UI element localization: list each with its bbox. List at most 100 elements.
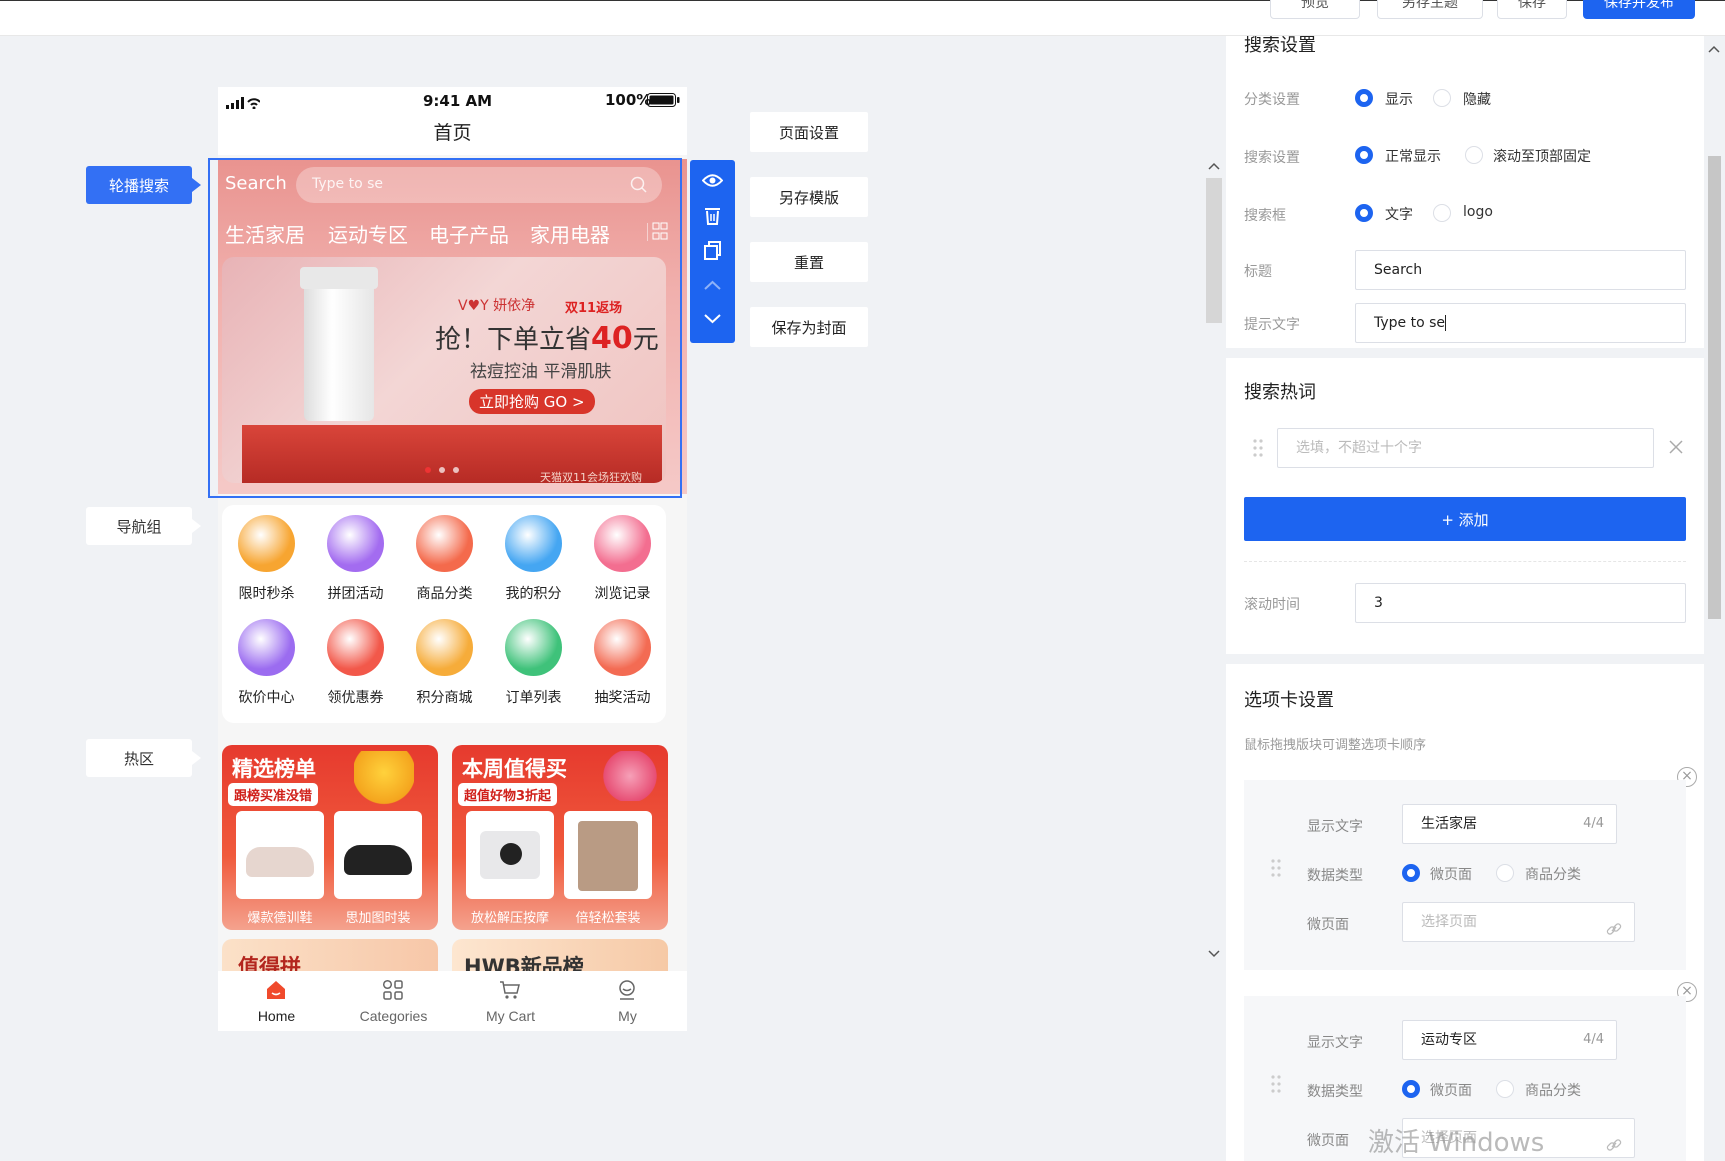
form-label: 数据类型 <box>1307 868 1363 884</box>
eye-icon[interactable] <box>701 170 724 191</box>
reset-button[interactable]: 重置 <box>750 242 868 282</box>
tab-label: My <box>618 1008 637 1024</box>
save-as-theme-button[interactable]: 另存主题 <box>1377 0 1483 19</box>
radio-product-category[interactable] <box>1496 864 1514 882</box>
form-label: 显示文字 <box>1307 819 1363 835</box>
save-as-cover-button[interactable]: 保存为封面 <box>750 307 868 347</box>
radio-text[interactable] <box>1355 204 1373 222</box>
link-icon <box>1606 914 1622 952</box>
radio-label: 隐藏 <box>1463 92 1491 108</box>
tab-my-cart[interactable]: My Cart <box>452 971 569 1031</box>
tab-my[interactable]: My <box>569 971 686 1031</box>
char-count: 4/4 <box>1583 816 1604 831</box>
scroll-down-icon[interactable] <box>1206 948 1222 964</box>
hot-words-section: 搜索热词 选填，不超过十个字 + 添加 滚动时间 3 <box>1226 358 1704 654</box>
chevron-down-icon[interactable] <box>702 308 723 329</box>
hot-card[interactable]: 本周值得买 超值好物3折起 放松解压按摩 倍轻松套装 <box>452 745 668 930</box>
tab-label: My Cart <box>486 1008 535 1024</box>
nav-group-block[interactable]: 限时秒杀 拼团活动 商品分类 我的积分 浏览记录砍价中心 领优惠券 积分商城 订单列表 抽奖活动 <box>222 505 666 723</box>
component-tag-hotspot[interactable]: 热区 <box>86 739 201 777</box>
panel-scroll-thumb[interactable] <box>1708 156 1721 619</box>
save-as-template-button[interactable]: 另存模版 <box>750 177 868 217</box>
section-title: 选项卡设置 <box>1244 690 1334 711</box>
form-label: 搜索设置 <box>1244 150 1300 166</box>
nav-item[interactable]: 砍价中心 <box>222 609 311 709</box>
scroll-up-icon[interactable] <box>1206 160 1222 176</box>
canvas-scrollbar[interactable] <box>1204 160 1224 960</box>
hot-card[interactable]: 精选榜单 跟榜买准没错 爆款德训鞋 思加图时装 <box>222 745 438 930</box>
nav-item[interactable]: 订单列表 <box>489 609 578 709</box>
page-select-input[interactable]: 选择页面 <box>1402 902 1635 942</box>
char-count: 4/4 <box>1583 1032 1604 1047</box>
divider <box>1244 561 1686 562</box>
page-settings-button[interactable]: 页面设置 <box>750 112 868 152</box>
nav-item[interactable]: 浏览记录 <box>578 505 667 605</box>
nav-item-label: 抽奖活动 <box>594 690 651 706</box>
form-label: 分类设置 <box>1244 92 1300 108</box>
product-image-shoe <box>334 811 422 899</box>
radio-label: 文字 <box>1385 207 1413 223</box>
add-hot-word-button[interactable]: + 添加 <box>1244 497 1686 541</box>
nav-item[interactable]: 商品分类 <box>400 505 489 605</box>
radio-micro-page[interactable] <box>1402 864 1420 882</box>
tab-text-input[interactable]: 运动专区 4/4 <box>1402 1020 1617 1060</box>
nav-item[interactable]: 领优惠券 <box>311 609 400 709</box>
tab-home[interactable]: Home <box>218 971 335 1031</box>
nav-item[interactable]: 我的积分 <box>489 505 578 605</box>
save-button[interactable]: 保存 <box>1497 0 1567 19</box>
categories-icon <box>382 979 404 1001</box>
form-label: 微页面 <box>1307 1133 1349 1149</box>
title-input[interactable]: Search <box>1355 250 1686 290</box>
preview-button[interactable]: 预览 <box>1270 0 1360 19</box>
nav-item[interactable]: 拼团活动 <box>311 505 400 605</box>
search-settings-section: 搜索设置 分类设置 显示 隐藏 搜索设置 正常显示 滚动至顶部固定 搜索框 文字… <box>1226 36 1704 348</box>
form-label: 数据类型 <box>1307 1084 1363 1100</box>
section-hint: 鼠标拖拽版块可调整选项卡顺序 <box>1244 738 1427 753</box>
hint-text-input[interactable]: Type to se <box>1355 303 1686 343</box>
hot-word-input[interactable]: 选填，不超过十个字 <box>1277 428 1654 468</box>
cart-icon <box>499 979 521 1001</box>
product-image-giftset <box>564 811 652 899</box>
drag-handle-icon[interactable] <box>1270 858 1282 882</box>
radio-product-category[interactable] <box>1496 1080 1514 1098</box>
hot-product-label: 思加图时装 <box>345 911 411 926</box>
radio-label: 商品分类 <box>1525 867 1581 883</box>
nav-item[interactable]: 抽奖活动 <box>578 609 667 709</box>
radio-show[interactable] <box>1355 89 1373 107</box>
trash-icon[interactable] <box>702 205 723 226</box>
tab-categories[interactable]: Categories <box>335 971 452 1031</box>
save-publish-button[interactable]: 保存并发布 <box>1583 0 1695 19</box>
nav-item[interactable]: 积分商城 <box>400 609 489 709</box>
radio-label: 微页面 <box>1430 867 1472 883</box>
component-tag-nav-group[interactable]: 导航组 <box>86 507 201 545</box>
radio-hide[interactable] <box>1433 89 1451 107</box>
drag-handle-icon[interactable] <box>1270 1074 1282 1098</box>
tab-card[interactable]: 显示文字 生活家居 4/4 数据类型 微页面 商品分类 微页面 选择页面 <box>1244 780 1686 970</box>
nav-item-label: 拼团活动 <box>327 586 384 602</box>
nav-item[interactable]: 限时秒杀 <box>222 505 311 605</box>
form-label: 搜索框 <box>1244 208 1286 224</box>
panel-scrollbar[interactable] <box>1704 36 1725 1161</box>
chevron-up-icon[interactable] <box>702 275 723 296</box>
tab-text-input[interactable]: 生活家居 4/4 <box>1402 804 1617 844</box>
close-icon[interactable] <box>1669 440 1683 458</box>
radio-normal-display[interactable] <box>1355 146 1373 164</box>
radio-sticky-top[interactable] <box>1465 146 1483 164</box>
nav-item-icon <box>505 515 562 572</box>
radio-label: 显示 <box>1385 92 1413 108</box>
canvas-scroll-thumb[interactable] <box>1206 178 1222 323</box>
radio-micro-page[interactable] <box>1402 1080 1420 1098</box>
nav-item-label: 限时秒杀 <box>238 586 295 602</box>
form-label: 标题 <box>1244 264 1272 280</box>
component-tag-carousel-search[interactable]: 轮播搜索 <box>86 166 201 204</box>
drag-handle-icon[interactable] <box>1252 438 1264 458</box>
copy-icon[interactable] <box>702 240 723 261</box>
hot-product-label: 放松解压按摩 <box>470 911 549 926</box>
hot-card-title: 精选榜单 <box>232 757 316 781</box>
nav-item-label: 我的积分 <box>505 586 562 602</box>
radio-logo[interactable] <box>1433 204 1451 222</box>
scroll-up-icon[interactable] <box>1707 42 1721 58</box>
scroll-interval-input[interactable]: 3 <box>1355 583 1686 623</box>
nav-item-label: 订单列表 <box>505 690 562 706</box>
battery-percent: 100% <box>605 91 652 109</box>
